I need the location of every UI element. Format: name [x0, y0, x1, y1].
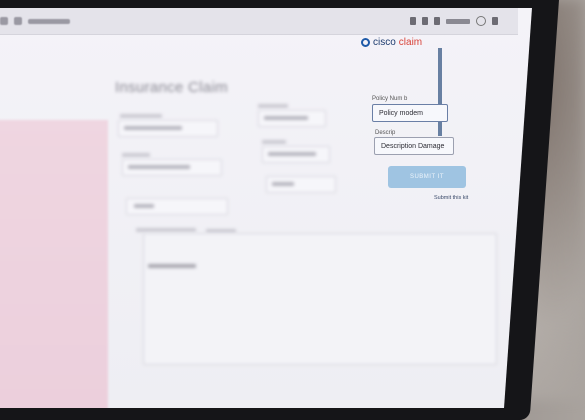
- field-value: [134, 204, 154, 208]
- toolbar-left-icons: [0, 17, 70, 25]
- share-icon[interactable]: [434, 17, 440, 25]
- bookmark-icon[interactable]: [410, 17, 416, 25]
- policy-label: Policy Num b: [372, 96, 408, 102]
- field-value: [272, 182, 294, 186]
- app-logo[interactable]: cisco claim: [361, 37, 422, 48]
- field-value: [264, 116, 308, 120]
- submit-button[interactable]: SUBMIT IT: [388, 166, 466, 188]
- submit-note[interactable]: Submit this kit: [434, 195, 468, 201]
- description-textarea[interactable]: [143, 233, 497, 365]
- field-label: [136, 228, 196, 232]
- extension-icon[interactable]: [422, 17, 428, 25]
- sidebar-panel: [0, 120, 108, 408]
- menu-icon[interactable]: [492, 17, 498, 25]
- tab-label[interactable]: [28, 18, 70, 24]
- page-title: Insurance Claim: [115, 79, 228, 96]
- policy-input[interactable]: Policy modem: [372, 104, 448, 122]
- browser-toolbar: [0, 8, 518, 35]
- settings-icon[interactable]: [476, 16, 486, 26]
- forward-icon[interactable]: [13, 17, 22, 25]
- logo-text-primary: cisco: [373, 37, 396, 48]
- description-label: Descrip: [375, 130, 396, 136]
- toolbar-label: [446, 18, 470, 24]
- field-label: [262, 140, 286, 144]
- accent-strip: [438, 48, 442, 136]
- field-label: [122, 153, 150, 157]
- field-value: [124, 126, 182, 130]
- field-value: [128, 165, 190, 169]
- logo-icon: [361, 38, 370, 47]
- field-value: [268, 152, 316, 156]
- description-input[interactable]: Description Damage: [374, 137, 454, 155]
- field-label: [258, 104, 288, 108]
- textarea-label: [148, 264, 196, 268]
- logo-text-secondary: claim: [398, 37, 423, 48]
- toolbar-right-icons: [410, 16, 498, 26]
- field-label: [120, 114, 162, 118]
- back-icon[interactable]: [0, 17, 9, 25]
